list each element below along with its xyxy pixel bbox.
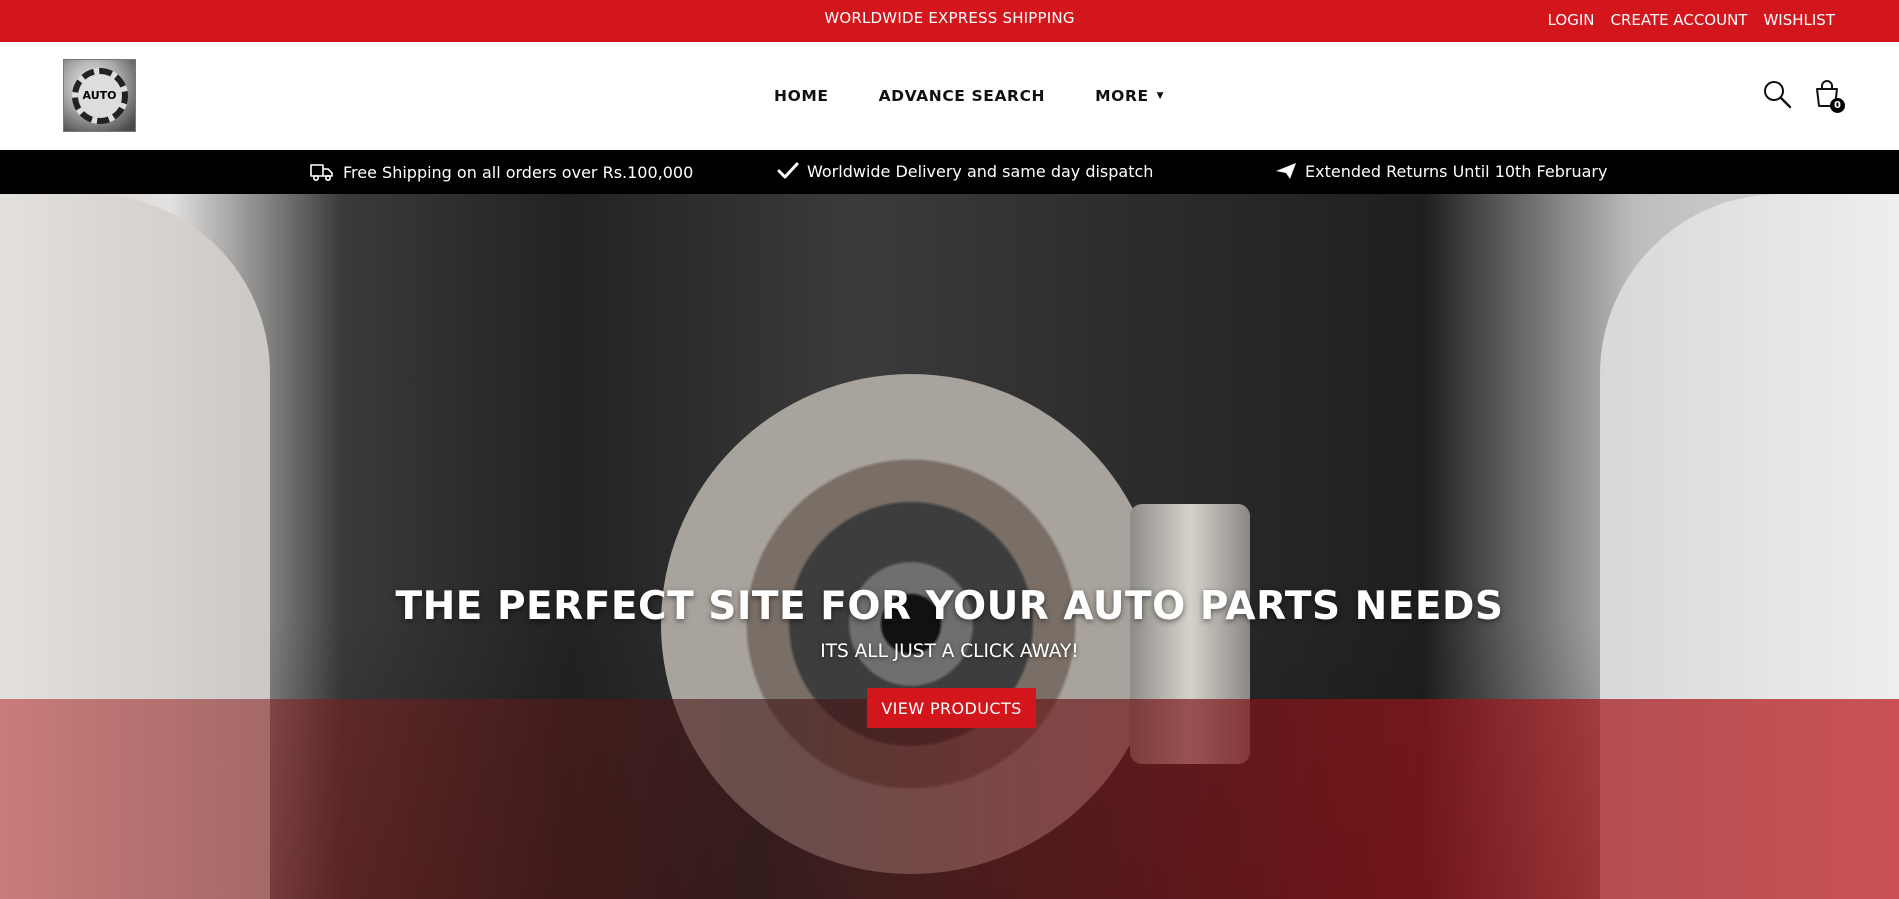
wishlist-link[interactable]: WISHLIST (1763, 11, 1835, 29)
nav-advance-search-label: ADVANCE SEARCH (878, 87, 1046, 105)
main-nav: HOME ADVANCE SEARCH MORE ▼ (774, 87, 1164, 105)
account-links: LOGIN CREATE ACCOUNT WISHLIST (1548, 11, 1835, 29)
usp-bar: Free Shipping on all orders over Rs.100,… (0, 150, 1899, 194)
hero-floor-overlay (0, 699, 1899, 899)
cart-count-badge: 0 (1830, 98, 1845, 113)
hero-text: THE PERFECT SITE FOR YOUR AUTO PARTS NEE… (0, 584, 1899, 662)
hero-subtitle: ITS ALL JUST A CLICK AWAY! (820, 641, 1079, 662)
site-header: AUTO HOME ADVANCE SEARCH MORE ▼ 0 (0, 42, 1899, 150)
site-logo[interactable]: AUTO (63, 59, 136, 132)
login-link[interactable]: LOGIN (1548, 11, 1595, 29)
nav-more-label: MORE (1095, 87, 1149, 105)
hero-banner (0, 194, 1899, 899)
nav-home[interactable]: HOME (774, 87, 829, 105)
header-actions: 0 (1761, 78, 1845, 113)
search-icon[interactable] (1761, 78, 1793, 110)
create-account-link[interactable]: CREATE ACCOUNT (1610, 11, 1747, 29)
nav-advance-search[interactable]: ADVANCE SEARCH (879, 87, 1046, 105)
usp-returns: Extended Returns Until 10th February (1275, 161, 1607, 181)
usp-delivery-text: Worldwide Delivery and same day dispatch (807, 161, 1154, 181)
announcement-bar: WORLDWIDE EXPRESS SHIPPING LOGIN CREATE … (0, 0, 1899, 42)
gear-icon: AUTO (71, 67, 128, 124)
cart-icon[interactable]: 0 (1811, 78, 1845, 113)
usp-shipping-text: Free Shipping on all orders over Rs.100,… (343, 162, 694, 182)
usp-returns-text: Extended Returns Until 10th February (1305, 161, 1608, 181)
paper-plane-icon (1276, 163, 1296, 179)
usp-delivery: Worldwide Delivery and same day dispatch (777, 161, 1153, 181)
usp-shipping: Free Shipping on all orders over Rs.100,… (309, 161, 693, 183)
logo-text: AUTO (82, 89, 117, 102)
nav-home-label: HOME (774, 87, 829, 105)
caret-down-icon: ▼ (1156, 91, 1165, 101)
view-products-button[interactable]: VIEW PRODUCTS (867, 688, 1036, 728)
nav-more[interactable]: MORE ▼ (1095, 87, 1164, 105)
truck-icon (310, 164, 333, 182)
hero-title: THE PERFECT SITE FOR YOUR AUTO PARTS NEE… (395, 584, 1504, 629)
checkmark-icon (777, 162, 799, 179)
